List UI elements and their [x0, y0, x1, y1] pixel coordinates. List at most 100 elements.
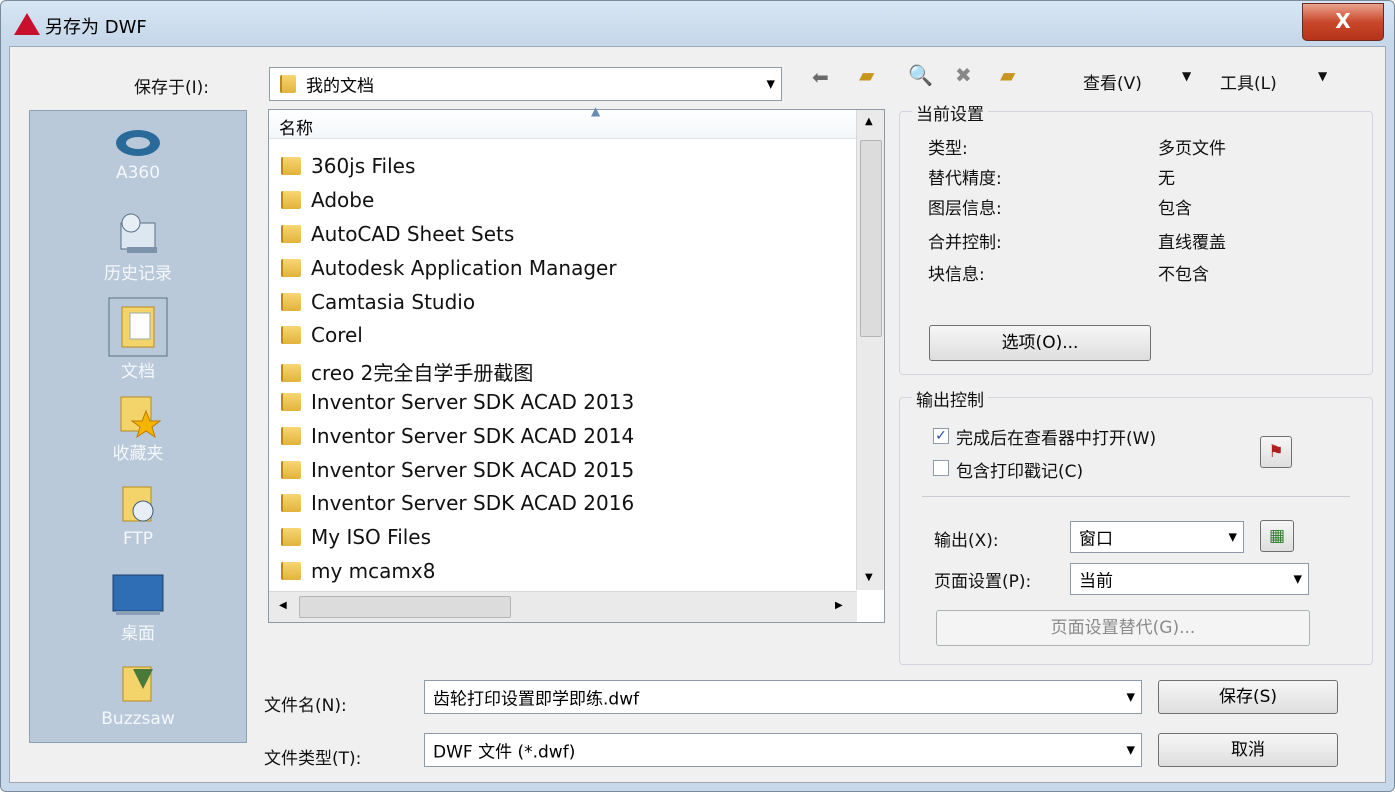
tools-dropdown-icon[interactable]: ▼	[1318, 69, 1327, 83]
list-item[interactable]: Inventor Server SDK ACAD 2015	[281, 458, 634, 482]
place-desktop[interactable]: 桌面	[30, 571, 246, 644]
save-button[interactable]: 保存(S)	[1158, 680, 1338, 714]
view-dropdown-icon[interactable]: ▼	[1182, 69, 1191, 83]
setting-value: 直线覆盖	[1158, 233, 1226, 253]
list-item[interactable]: Autodesk Application Manager	[281, 256, 617, 280]
place-documents[interactable]: 文档	[30, 297, 246, 382]
back-icon[interactable]: ⬅	[812, 65, 829, 89]
open-in-viewer-checkbox[interactable]: ✓	[933, 428, 949, 444]
place-buzzsaw[interactable]: Buzzsaw	[30, 659, 246, 729]
stamp-settings-icon[interactable]: ⚑	[1260, 436, 1292, 468]
save-as-dwf-dialog: 另存为 DWF X 保存于(I): 我的文档 ▼ ⬅ ▰ 🔍 ✖ ▰ 查看(V)…	[0, 0, 1395, 792]
chevron-down-icon: ▼	[1228, 530, 1237, 544]
scroll-down-icon[interactable]: ▼	[865, 572, 873, 583]
close-button[interactable]: X	[1302, 3, 1384, 41]
title-bar[interactable]: 另存为 DWF X	[1, 1, 1394, 45]
folder-icon	[281, 225, 301, 243]
current-settings-title: 当前设置	[912, 100, 988, 125]
place-label: FTP	[122, 529, 154, 549]
folder-icon	[280, 75, 296, 93]
file-type-select[interactable]: DWF 文件 (*.dwf) ▼	[424, 733, 1142, 767]
place-favorites[interactable]: 收藏夹	[30, 389, 246, 464]
vertical-scroll-thumb[interactable]	[860, 140, 882, 337]
open-in-viewer-label: 完成后在查看器中打开(W)	[956, 429, 1157, 449]
list-item-label: Camtasia Studio	[311, 290, 476, 314]
favorites-star-icon	[120, 396, 162, 439]
list-item-label: Autodesk Application Manager	[311, 256, 617, 280]
place-ftp[interactable]: FTP	[30, 479, 246, 549]
options-button[interactable]: 选项(O)...	[929, 325, 1151, 361]
list-item[interactable]: Adobe	[281, 188, 374, 212]
folder-icon	[281, 562, 301, 580]
vertical-scrollbar[interactable]: ▲ ▼	[856, 110, 884, 590]
search-web-icon[interactable]: 🔍	[908, 63, 933, 87]
desktop-icon	[112, 574, 164, 615]
place-history[interactable]: 历史记录	[30, 209, 246, 284]
setting-key: 替代精度:	[928, 169, 1002, 189]
list-item-label: AutoCAD Sheet Sets	[311, 222, 515, 246]
file-name-label: 文件名(N):	[264, 696, 347, 716]
include-stamp-label: 包含打印戳记(C)	[956, 462, 1084, 482]
chevron-down-icon: ▼	[1126, 690, 1135, 704]
page-setup-select[interactable]: 当前 ▼	[1070, 563, 1309, 595]
up-folder-icon[interactable]: ▰	[859, 63, 874, 87]
column-header-label: 名称	[279, 119, 313, 139]
window-select-icon[interactable]: ▦	[1260, 520, 1294, 552]
list-item-label: creo 2完全自学手册截图	[311, 361, 534, 385]
setting-key: 图层信息:	[928, 199, 1002, 219]
place-label: 历史记录	[104, 264, 172, 284]
place-label: Buzzsaw	[101, 709, 175, 729]
file-type-value: DWF 文件 (*.dwf)	[433, 742, 576, 763]
file-list[interactable]: 名称 ▲ 360js Files Adobe AutoCAD Sheet Set…	[268, 104, 885, 623]
file-name-value: 齿轮打印设置即学即练.dwf	[433, 689, 640, 710]
list-item[interactable]: 360js Files	[281, 154, 415, 178]
list-item[interactable]: Corel	[281, 323, 363, 347]
list-item-label: Inventor Server SDK ACAD 2013	[311, 390, 635, 414]
setting-key: 合并控制:	[928, 233, 1002, 253]
place-label: 文档	[121, 362, 155, 382]
list-item[interactable]: Camtasia Studio	[281, 290, 475, 314]
divider	[922, 496, 1350, 497]
save-in-combo[interactable]: 我的文档 ▼	[269, 67, 782, 101]
list-item[interactable]: AutoCAD Sheet Sets	[281, 222, 514, 246]
folder-icon	[281, 293, 301, 311]
save-in-label: 保存于(I):	[134, 78, 210, 98]
list-item[interactable]: Inventor Server SDK ACAD 2013	[281, 390, 634, 414]
file-name-input[interactable]: 齿轮打印设置即学即练.dwf ▼	[424, 680, 1142, 714]
a360-icon	[116, 130, 160, 156]
list-item[interactable]: Inventor Server SDK ACAD 2014	[281, 424, 634, 448]
place-a360[interactable]: A360	[30, 123, 246, 183]
list-item-label: my mcamx8	[311, 559, 436, 583]
horizontal-scrollbar[interactable]: ◀ ▶	[269, 591, 857, 622]
output-control-group: 输出控制 ✓ 完成后在查看器中打开(W) 包含打印戳记(C) ⚑ 输出(X): …	[899, 386, 1373, 665]
output-select[interactable]: 窗口 ▼	[1070, 521, 1244, 553]
place-label: A360	[115, 163, 161, 183]
scroll-right-icon[interactable]: ▶	[835, 600, 843, 611]
page-setup-override-button[interactable]: 页面设置替代(G)...	[936, 610, 1310, 646]
scroll-up-icon[interactable]: ▲	[865, 116, 873, 127]
ftp-icon	[122, 486, 154, 522]
new-folder-icon[interactable]: ▰	[1000, 63, 1015, 87]
scroll-left-icon[interactable]: ◀	[279, 600, 287, 611]
horizontal-scroll-thumb[interactable]	[299, 596, 511, 618]
tools-menu[interactable]: 工具(L)	[1220, 69, 1277, 94]
cancel-button[interactable]: 取消	[1158, 733, 1338, 767]
folder-icon	[281, 191, 301, 209]
list-item[interactable]: creo 2完全自学手册截图	[281, 357, 533, 386]
view-menu[interactable]: 查看(V)	[1083, 69, 1142, 94]
current-settings-group: 当前设置 类型: 多页文件 替代精度: 无 图层信息: 包含 合并控制: 直线覆…	[899, 100, 1373, 375]
save-in-value: 我的文档	[306, 76, 374, 97]
documents-folder-icon	[108, 297, 168, 357]
column-header-name[interactable]: 名称 ▲	[269, 104, 857, 139]
delete-icon[interactable]: ✖	[955, 63, 972, 87]
place-label: 收藏夹	[112, 444, 164, 464]
folder-icon	[281, 364, 301, 382]
list-item[interactable]: my mcamx8	[281, 559, 435, 583]
list-item[interactable]: Inventor Server SDK ACAD 2016	[281, 491, 634, 515]
list-item-label: Inventor Server SDK ACAD 2015	[311, 458, 635, 482]
list-item[interactable]: My ISO Files	[281, 525, 431, 549]
include-stamp-checkbox[interactable]	[933, 460, 949, 476]
folder-icon	[281, 326, 301, 344]
dialog-body: 保存于(I): 我的文档 ▼ ⬅ ▰ 🔍 ✖ ▰ 查看(V) ▼ 工具(L) ▼…	[9, 46, 1386, 783]
chevron-down-icon: ▼	[1293, 572, 1302, 586]
